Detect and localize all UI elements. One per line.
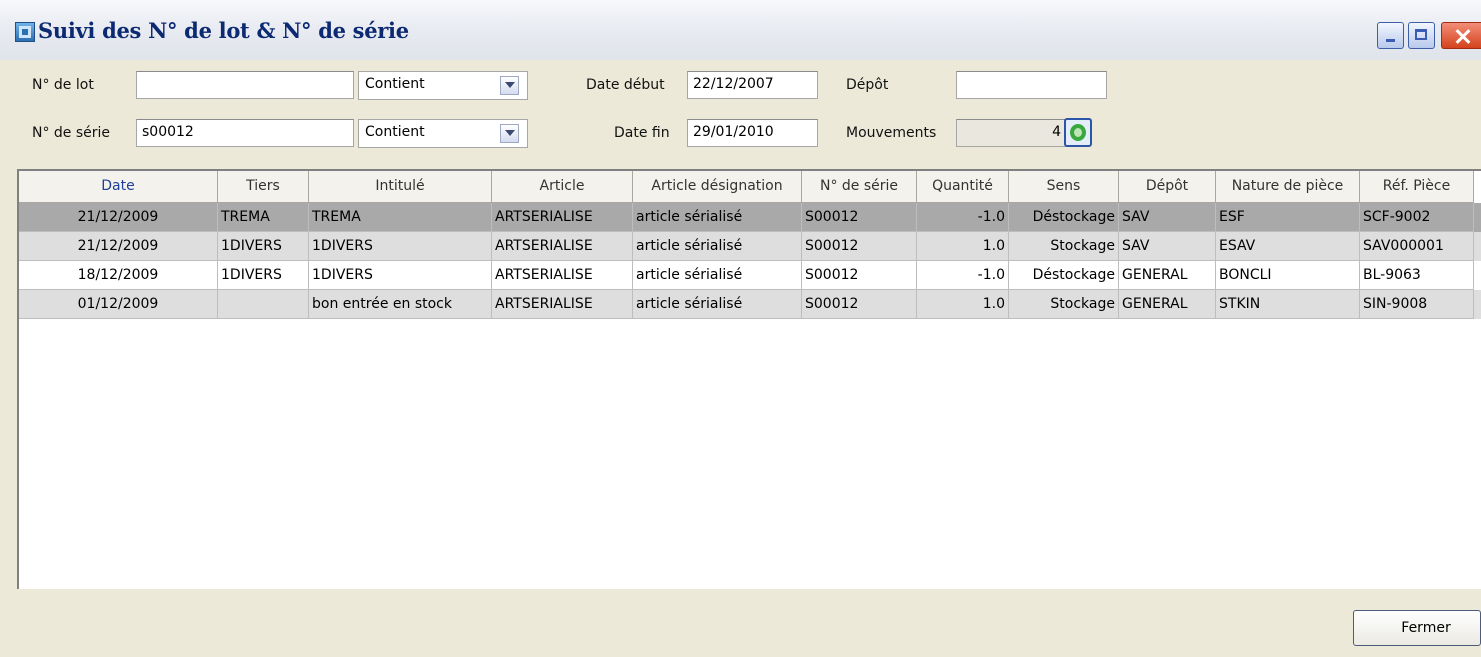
serie-mode-select[interactable]: Contient xyxy=(358,119,528,148)
column-header-quantite[interactable]: Quantité xyxy=(917,171,1009,203)
date-fin-input[interactable]: 29/01/2010 xyxy=(687,119,818,147)
lot-mode-value: Contient xyxy=(365,76,425,92)
cell-intitule: TREMA xyxy=(309,203,492,232)
cell-intitule: 1DIVERS xyxy=(309,232,492,261)
date-debut-label: Date début xyxy=(586,77,665,93)
cell-intitule: 1DIVERS xyxy=(309,261,492,290)
column-header-ref-piece[interactable]: Réf. Pièce xyxy=(1360,171,1474,203)
cell-sens: Stockage xyxy=(1009,232,1119,261)
cell-sens: Stockage xyxy=(1009,290,1119,319)
cell-article-designation: article sérialisé xyxy=(633,261,802,290)
results-table: Date Tiers Intitulé Article Article désignat… xyxy=(17,169,1481,589)
cell-article: ARTSERIALISE xyxy=(492,203,633,232)
column-header-sens[interactable]: Sens xyxy=(1009,171,1119,203)
cell-date: 21/12/2009 xyxy=(19,203,218,232)
cell-article-designation: article sérialisé xyxy=(633,232,802,261)
cell-tiers: 1DIVERS xyxy=(218,232,309,261)
cell-article-designation: article sérialisé xyxy=(633,290,802,319)
depot-input[interactable] xyxy=(956,71,1107,99)
refresh-icon[interactable] xyxy=(1064,118,1092,147)
cell-depot: SAV xyxy=(1119,232,1216,261)
cell-article: ARTSERIALISE xyxy=(492,232,633,261)
cell-intitule: bon entrée en stock xyxy=(309,290,492,319)
column-header-depot[interactable]: Dépôt xyxy=(1119,171,1216,203)
filter-panel: N° de lot Contient Date début 22/12/2007… xyxy=(10,61,1481,164)
cell-date: 18/12/2009 xyxy=(19,261,218,290)
cell-tiers xyxy=(218,290,309,319)
column-header-date[interactable]: Date xyxy=(19,171,218,203)
cell-article-designation: article sérialisé xyxy=(633,203,802,232)
column-header-article-designation[interactable]: Article désignation xyxy=(633,171,802,203)
table-row[interactable]: 18/12/2009 1DIVERS 1DIVERS ARTSERIALISE arti… xyxy=(19,261,1481,290)
cell-tiers: TREMA xyxy=(218,203,309,232)
cell-ref-piece: SIN-9008 xyxy=(1360,290,1474,319)
table-row[interactable]: 21/12/2009 1DIVERS 1DIVERS ARTSERIALISE arti… xyxy=(19,232,1481,261)
maximize-icon[interactable] xyxy=(1408,22,1435,49)
cell-depot: GENERAL xyxy=(1119,261,1216,290)
cell-numero-serie: S00012 xyxy=(802,232,917,261)
cell-nature-piece: STKIN xyxy=(1216,290,1360,319)
cell-tiers: 1DIVERS xyxy=(218,261,309,290)
cell-sens: Déstockage xyxy=(1009,203,1119,232)
cell-quantite: 1.0 xyxy=(917,232,1009,261)
serie-label: N° de série xyxy=(32,125,111,141)
cell-depot: GENERAL xyxy=(1119,290,1216,319)
cell-quantite: 1.0 xyxy=(917,290,1009,319)
cell-ref-piece: BL-9063 xyxy=(1360,261,1474,290)
cell-nature-piece: ESF xyxy=(1216,203,1360,232)
cell-article: ARTSERIALISE xyxy=(492,261,633,290)
cell-quantite: -1.0 xyxy=(917,203,1009,232)
cell-nature-piece: BONCLI xyxy=(1216,261,1360,290)
column-header-numero-serie[interactable]: N° de série xyxy=(802,171,917,203)
cell-article: ARTSERIALISE xyxy=(492,290,633,319)
cell-nature-piece: ESAV xyxy=(1216,232,1360,261)
app-icon xyxy=(15,22,35,42)
minimize-icon[interactable] xyxy=(1377,22,1404,49)
cell-depot: SAV xyxy=(1119,203,1216,232)
cell-numero-serie: S00012 xyxy=(802,203,917,232)
mouvements-label: Mouvements xyxy=(846,125,937,141)
column-header-nature-piece[interactable]: Nature de pièce xyxy=(1216,171,1360,203)
title-bar[interactable]: Suivi des N° de lot & N° de série xyxy=(0,0,1481,60)
lot-label: N° de lot xyxy=(32,77,94,93)
serie-mode-value: Contient xyxy=(365,124,425,140)
column-header-tiers[interactable]: Tiers xyxy=(218,171,309,203)
date-fin-label: Date fin xyxy=(614,125,670,141)
cell-numero-serie: S00012 xyxy=(802,261,917,290)
column-header-intitule[interactable]: Intitulé xyxy=(309,171,492,203)
mouvements-count: 4 xyxy=(956,119,1072,147)
serie-input[interactable]: s00012 xyxy=(136,119,354,147)
cell-date: 01/12/2009 xyxy=(19,290,218,319)
window-title: Suivi des N° de lot & N° de série xyxy=(38,18,409,43)
main-window: Suivi des N° de lot & N° de série N° de … xyxy=(0,0,1481,657)
cell-numero-serie: S00012 xyxy=(802,290,917,319)
close-icon[interactable] xyxy=(1441,22,1481,49)
table-row[interactable]: 21/12/2009 TREMA TREMA ARTSERIALISE article … xyxy=(19,203,1481,232)
cell-quantite: -1.0 xyxy=(917,261,1009,290)
date-debut-input[interactable]: 22/12/2007 xyxy=(687,71,818,99)
column-header-article[interactable]: Article xyxy=(492,171,633,203)
lot-input[interactable] xyxy=(136,71,354,99)
lot-mode-select[interactable]: Contient xyxy=(358,71,528,100)
cell-ref-piece: SCF-9002 xyxy=(1360,203,1474,232)
depot-label: Dépôt xyxy=(846,77,889,93)
chevron-down-icon[interactable] xyxy=(500,76,519,95)
cell-date: 21/12/2009 xyxy=(19,232,218,261)
chevron-down-icon[interactable] xyxy=(500,124,519,143)
table-row[interactable]: 01/12/2009 bon entrée en stock ARTSERIALIS… xyxy=(19,290,1481,319)
cell-sens: Déstockage xyxy=(1009,261,1119,290)
fermer-button[interactable]: Fermer xyxy=(1353,610,1481,646)
cell-ref-piece: SAV000001 xyxy=(1360,232,1474,261)
